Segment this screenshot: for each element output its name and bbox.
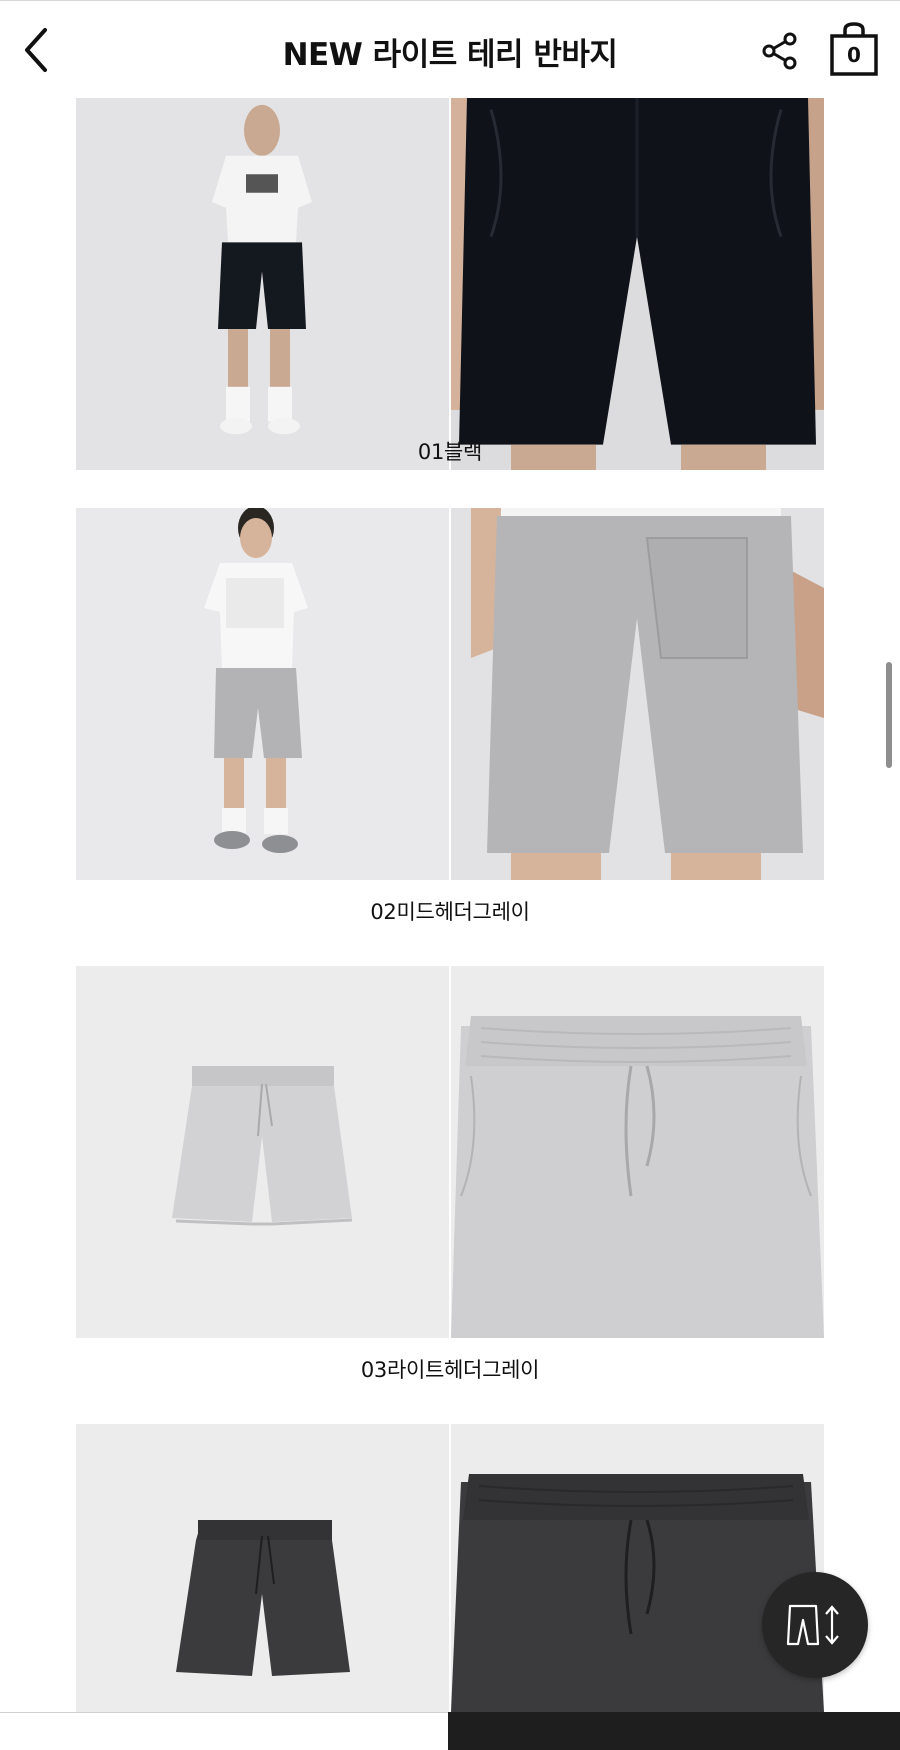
color-caption: 02미드헤더그레이 <box>370 900 530 924</box>
color-caption: 01블랙 <box>417 440 483 464</box>
closeup-photo-charcoal[interactable] <box>451 1424 824 1712</box>
color-option-group: 02미드헤더그레이 <box>76 508 824 924</box>
detail-photo-mid-gray[interactable] <box>451 508 824 880</box>
bottom-action-bar-right[interactable] <box>448 1712 900 1750</box>
photo-row <box>76 966 824 1338</box>
photo-row <box>76 1424 824 1712</box>
scrollbar-thumb[interactable] <box>886 662 892 768</box>
size-guide-icon <box>786 1604 839 1646</box>
photo-row <box>76 508 824 880</box>
photo-row <box>76 98 824 470</box>
color-caption: 03라이트헤더그레이 <box>360 1358 540 1382</box>
share-button[interactable] <box>758 29 802 73</box>
cart-button[interactable]: 0 <box>828 21 880 77</box>
flatlay-photo-charcoal[interactable] <box>76 1424 449 1712</box>
color-option-group: 03라이트헤더그레이 <box>76 966 824 1382</box>
model-photo-black[interactable] <box>76 98 449 470</box>
back-button[interactable] <box>14 23 58 77</box>
detail-photo-black[interactable] <box>451 98 824 470</box>
share-icon <box>762 32 797 70</box>
closeup-photo-light-gray[interactable] <box>451 966 824 1338</box>
chevron-left-icon <box>25 28 47 72</box>
flatlay-photo-light-gray[interactable] <box>76 966 449 1338</box>
size-guide-button[interactable] <box>762 1572 868 1678</box>
cart-count-badge: 0 <box>847 43 861 67</box>
color-option-group: 01블랙 <box>76 98 824 470</box>
top-app-bar: NEW 라이트 테리 반바지 0 <box>0 0 900 98</box>
model-photo-mid-gray[interactable] <box>76 508 449 880</box>
page-title: NEW 라이트 테리 반바지 <box>282 37 618 73</box>
color-option-group <box>76 1424 824 1712</box>
bottom-action-bar-left[interactable] <box>0 1712 448 1750</box>
